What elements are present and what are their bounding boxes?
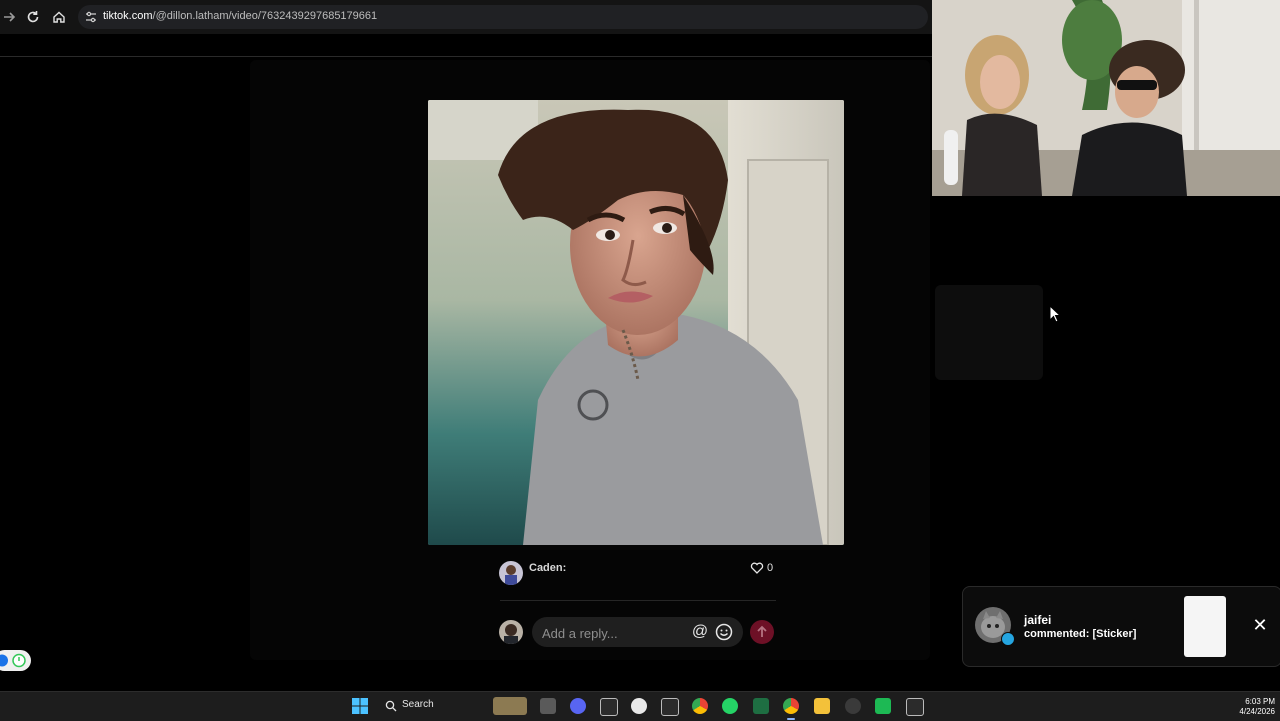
comment-author[interactable]: Caden: bbox=[529, 562, 566, 574]
notification-message: commented: [Sticker] bbox=[1024, 628, 1137, 640]
windows-start-icon[interactable] bbox=[352, 698, 368, 714]
url-host: tiktok.com bbox=[103, 10, 153, 22]
capcut-second-icon[interactable] bbox=[661, 698, 679, 716]
close-notification-button[interactable]: ✕ bbox=[1251, 616, 1269, 634]
arrow-up-icon bbox=[757, 625, 767, 637]
home-icon[interactable] bbox=[50, 8, 68, 26]
capcut-third-icon[interactable] bbox=[906, 698, 924, 716]
reply-input[interactable] bbox=[540, 621, 684, 645]
taskbar-search[interactable]: Search bbox=[380, 696, 492, 716]
clock-date: 4/24/2026 bbox=[1239, 707, 1275, 716]
search-highlight-icon[interactable] bbox=[493, 697, 527, 715]
notification-username: jaifei bbox=[1024, 613, 1052, 627]
browser-toolbar: tiktok.com/@dillon.latham/video/76324392… bbox=[0, 0, 932, 34]
app-icon[interactable] bbox=[875, 698, 891, 714]
file-explorer-icon[interactable] bbox=[814, 698, 830, 714]
webcam-overlay bbox=[932, 0, 1280, 196]
media-player-icon[interactable] bbox=[845, 698, 861, 714]
commenter-avatar[interactable] bbox=[499, 561, 523, 585]
comment-photo[interactable] bbox=[428, 100, 844, 545]
heart-icon[interactable] bbox=[750, 561, 764, 575]
forward-icon[interactable] bbox=[0, 8, 18, 26]
url-path: /@dillon.latham/video/763243929768517966… bbox=[152, 10, 378, 22]
current-user-avatar bbox=[499, 620, 523, 644]
address-bar[interactable]: tiktok.com/@dillon.latham/video/76324392… bbox=[78, 5, 928, 29]
windows-taskbar: Search 6:03 PM 4/24/2026 bbox=[0, 691, 1280, 721]
site-info-icon[interactable] bbox=[84, 10, 98, 24]
mouse-cursor-icon bbox=[1049, 304, 1062, 323]
emoji-icon[interactable] bbox=[714, 622, 734, 642]
task-view-icon[interactable] bbox=[540, 698, 556, 714]
reload-icon[interactable] bbox=[24, 8, 42, 26]
chrome-active-icon[interactable] bbox=[783, 698, 799, 714]
verified-badge-icon bbox=[1001, 632, 1015, 646]
capcut-icon[interactable] bbox=[600, 698, 618, 716]
notification-thumbnail bbox=[1184, 596, 1226, 657]
whatsapp-icon[interactable] bbox=[722, 698, 738, 714]
send-button[interactable] bbox=[750, 620, 774, 644]
like-count: 0 bbox=[767, 562, 774, 574]
floating-widget[interactable] bbox=[0, 650, 31, 671]
clock-time: 6:03 PM bbox=[1245, 697, 1275, 706]
chrome-icon[interactable] bbox=[692, 698, 708, 714]
search-icon bbox=[385, 700, 397, 712]
comment-notification[interactable]: jaifei commented: [Sticker] ✕ bbox=[962, 586, 1280, 667]
system-clock[interactable]: 6:03 PM 4/24/2026 bbox=[1239, 697, 1275, 717]
comment-divider bbox=[500, 600, 776, 601]
excel-icon[interactable] bbox=[753, 698, 769, 714]
reply-box: @ bbox=[532, 617, 743, 647]
url-text: tiktok.com/@dillon.latham/video/76324392… bbox=[103, 10, 377, 22]
mention-button[interactable]: @ bbox=[690, 622, 710, 642]
discord-icon[interactable] bbox=[570, 698, 586, 714]
taskbar-search-label: Search bbox=[402, 699, 434, 710]
dimmed-thumbnail bbox=[935, 285, 1043, 380]
chatgpt-icon[interactable] bbox=[631, 698, 647, 714]
header-divider bbox=[0, 56, 932, 57]
